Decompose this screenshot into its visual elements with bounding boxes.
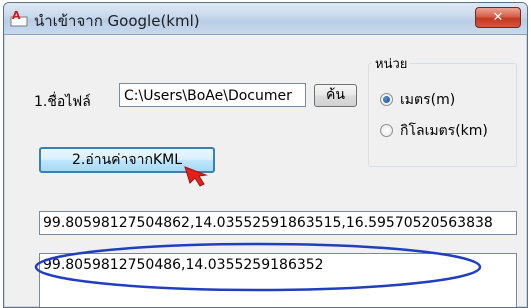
app-logo-icon: A <box>10 9 28 27</box>
svg-text:A: A <box>12 9 21 22</box>
unit-meter-label: เมตร(m) <box>400 92 456 108</box>
window-title: นำเข้าจาก Google(kml) <box>34 12 200 30</box>
close-button[interactable]: ✕ <box>475 7 521 28</box>
pointer-arrow-icon <box>182 163 210 189</box>
import-kml-window: A นำเข้าจาก Google(kml) ✕ 1.ชื่อไฟล์ C:\… <box>3 2 528 308</box>
unit-kilometer-label: กิโลเมตร(km) <box>400 123 488 139</box>
title-bar[interactable]: A นำเข้าจาก Google(kml) ✕ <box>4 3 527 35</box>
file-path-input[interactable]: C:\Users\BoAe\Documer <box>119 83 306 107</box>
units-group-title: หน่วย <box>372 53 411 74</box>
browse-button[interactable]: ค้น <box>314 84 357 107</box>
units-group <box>368 63 517 167</box>
highlight-ellipse <box>34 242 482 292</box>
radio-selected-dot <box>383 96 390 103</box>
raw-coordinates-field[interactable]: 99.80598127504862,14.03552591863515,16.5… <box>39 211 517 235</box>
file-name-label: 1.ชื่อไฟล์ <box>34 94 91 110</box>
unit-kilometer-radio[interactable] <box>380 124 393 137</box>
unit-meter-radio[interactable] <box>380 93 393 106</box>
